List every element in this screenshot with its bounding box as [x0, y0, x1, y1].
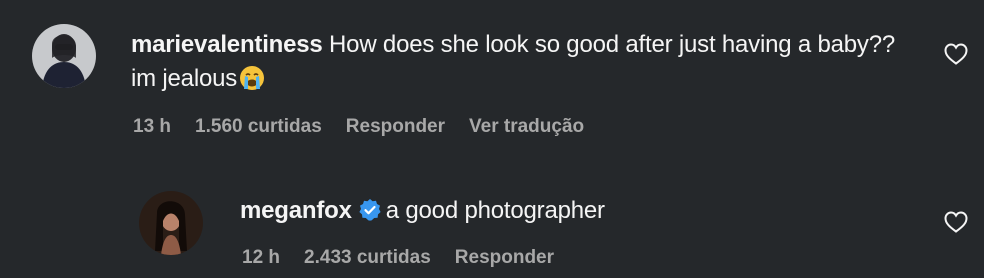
- translate-button[interactable]: Ver tradução: [469, 116, 584, 138]
- comment-meta: 13 h 1.560 curtidas Responder Ver traduç…: [133, 116, 608, 138]
- comments-section: marievalentiness How does she look so go…: [0, 0, 984, 278]
- reply-likes-count[interactable]: 2.433 curtidas: [304, 247, 431, 269]
- verified-badge-icon: [359, 199, 381, 221]
- reply-username[interactable]: meganfox: [240, 197, 352, 224]
- likes-count[interactable]: 1.560 curtidas: [195, 116, 322, 138]
- reply-time: 12 h: [242, 247, 281, 268]
- reply-body: meganfox a good photographer: [240, 194, 920, 228]
- reply-meta: 12 h 2.433 curtidas Responder: [242, 247, 578, 269]
- avatar-marievalentiness[interactable]: [32, 24, 96, 88]
- crying-face-emoji-icon: [240, 66, 265, 90]
- reply-reply-button[interactable]: Responder: [455, 247, 554, 269]
- comment-body: marievalentiness How does she look so go…: [131, 28, 921, 96]
- heart-icon[interactable]: [944, 211, 968, 233]
- comment-time: 13 h: [133, 116, 172, 137]
- comment-username[interactable]: marievalentiness: [131, 31, 323, 58]
- avatar-meganfox[interactable]: [139, 191, 203, 255]
- heart-icon[interactable]: [944, 43, 968, 65]
- reply-text: a good photographer: [385, 197, 605, 224]
- reply-button[interactable]: Responder: [346, 116, 445, 138]
